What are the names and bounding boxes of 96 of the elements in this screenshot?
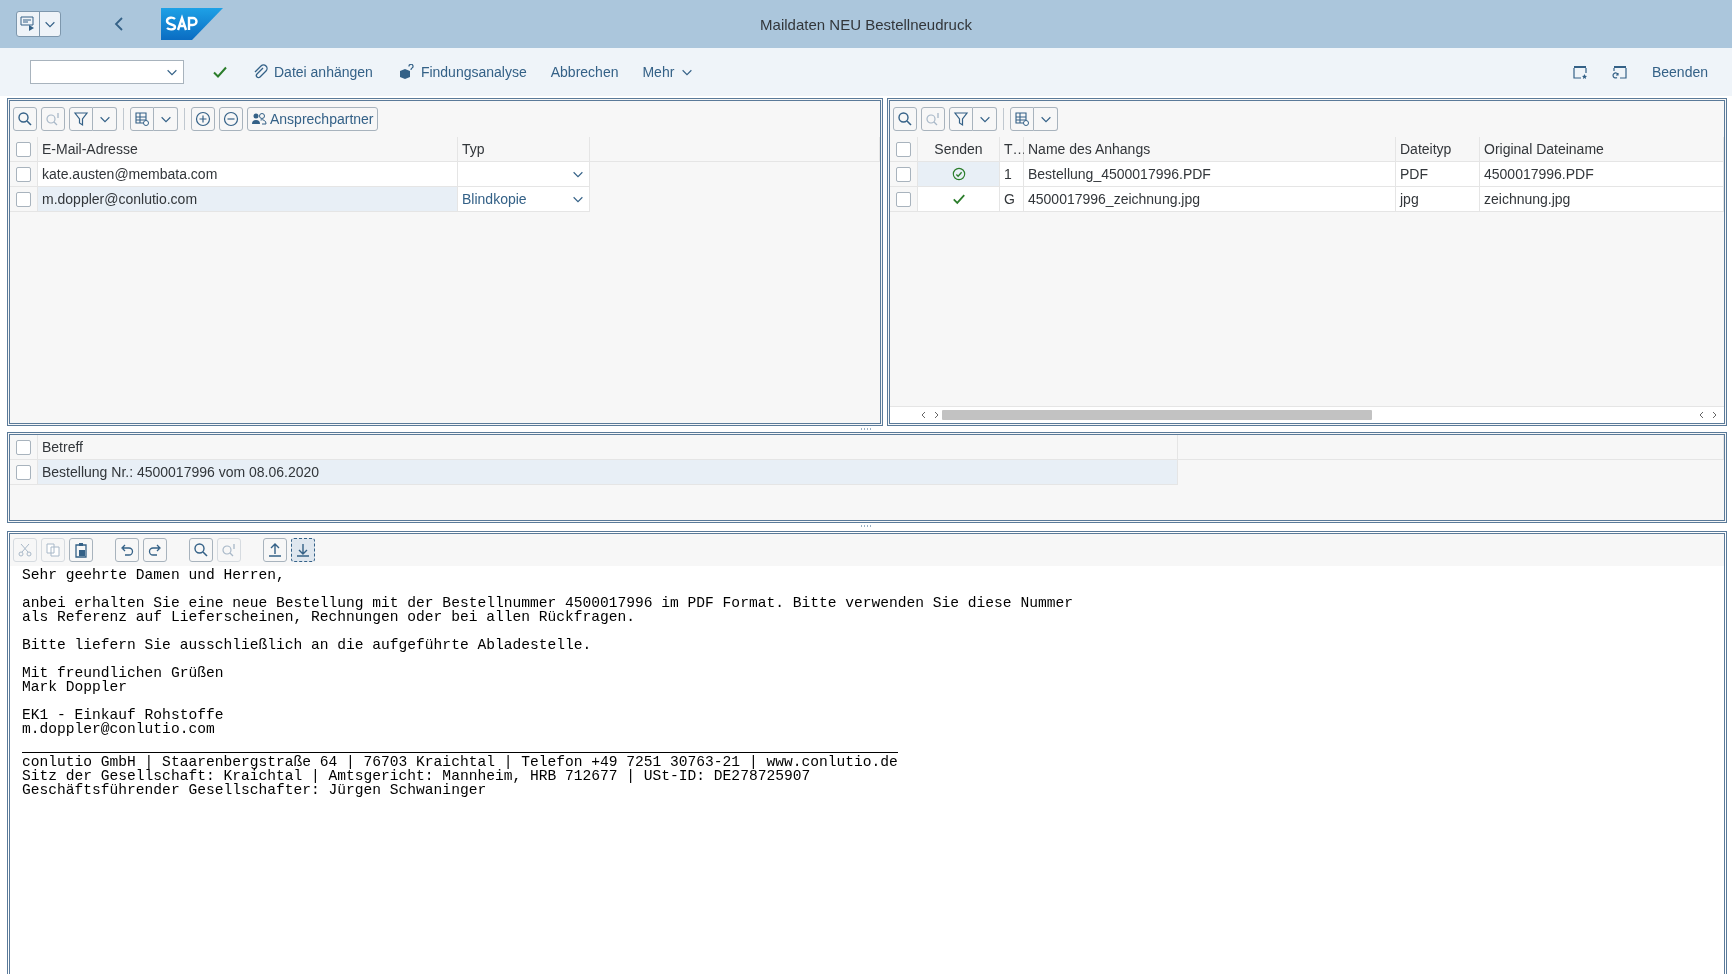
email-paragraph: anbei erhalten Sie eine neue Bestellung mit der Bestellnummer 4500017996 im PDF Format. Bitte verwenden Sie diese Nummer als Referenz auf Lieferscheinen, Rechnungen oder bei allen Rückfragen.: [22, 596, 1074, 624]
row-checkbox[interactable]: [16, 166, 31, 182]
column-header[interactable]: Original Dateiname: [1480, 137, 1724, 162]
table-cell: 4500017996.PDF: [1480, 162, 1724, 187]
text-editor[interactable]: [7, 531, 1727, 974]
remove-row-button[interactable]: [219, 107, 243, 131]
download-icon: [295, 542, 311, 558]
layout-menu-button[interactable]: [1034, 107, 1058, 131]
checkmark-icon: [212, 64, 228, 80]
row-checkbox[interactable]: [16, 191, 31, 207]
filter-menu-button[interactable]: [973, 107, 997, 131]
toolbar-button[interactable]: Abbrechen: [540, 60, 629, 84]
undo-icon: [119, 542, 135, 558]
table-cell: jpg: [1396, 187, 1480, 212]
column-header[interactable]: Dateityp: [1396, 137, 1480, 162]
scissors-icon: [17, 542, 33, 558]
table-cell: G: [1000, 187, 1024, 212]
menu-button[interactable]: [16, 11, 61, 37]
upload-icon: [267, 542, 283, 558]
filter-button[interactable]: [949, 107, 973, 131]
undo-button[interactable]: [115, 538, 139, 562]
row-checkbox[interactable]: [16, 464, 31, 480]
redo-icon: [147, 542, 163, 558]
table-cell: 4500017996_zeichnung.jpg: [1024, 187, 1396, 212]
filter-icon: [73, 111, 89, 127]
filter-icon: [953, 111, 969, 127]
column-header[interactable]: Name des Anhangs: [1024, 137, 1396, 162]
table-cell: 1: [1000, 162, 1024, 187]
subject-cell[interactable]: Bestellung Nr.: 4500017996 vom 08.06.2020: [38, 460, 1178, 485]
column-header[interactable]: Senden: [918, 137, 1000, 162]
attach-button[interactable]: Datei anhängen: [242, 60, 383, 84]
layout-button[interactable]: [1010, 107, 1034, 131]
scroll-left-icon: [1698, 411, 1706, 419]
window-restore-icon: [1611, 64, 1628, 80]
paste-button[interactable]: [69, 538, 93, 562]
more-menu[interactable]: Mehr: [632, 60, 705, 84]
search-icon: [17, 111, 33, 127]
command-field[interactable]: [30, 60, 184, 84]
row-checkbox[interactable]: [896, 166, 911, 182]
resize-handle-icon: [860, 426, 872, 432]
search-next-icon: [221, 542, 237, 558]
row-checkbox[interactable]: [896, 141, 911, 157]
row-checkbox[interactable]: [16, 141, 31, 157]
filter-menu-button[interactable]: [93, 107, 117, 131]
column-header[interactable]: Betreff: [38, 435, 1178, 460]
layout-button[interactable]: [130, 107, 154, 131]
paperclip-icon: [252, 64, 268, 80]
table-cell: zeichnung.jpg: [1480, 187, 1724, 212]
scroll-right-icon: [932, 411, 940, 419]
signature-line: conlutio GmbH | Staarenbergstraße 64 | 76703 Kraichtal | Telefon +49 7251 30763-21 | www.conlutio.de: [22, 755, 898, 769]
email-paragraph: EK1 - Einkauf Rohstoffe m.doppler@conlutio.com: [22, 708, 225, 736]
row-checkbox[interactable]: [896, 191, 911, 207]
search-icon: [193, 542, 209, 558]
analysis-button[interactable]: Findungsanalyse: [386, 60, 537, 84]
plus-circle-icon: [195, 111, 211, 127]
search-button[interactable]: [189, 538, 213, 562]
people-icon: [251, 111, 267, 127]
table-cell: Bestellung_4500017996.PDF: [1024, 162, 1396, 187]
scroll-left-icon: [920, 411, 928, 419]
email-paragraph: Sehr geehrte Damen und Herren,: [22, 568, 286, 582]
contact-button[interactable]: Ansprechpartner: [247, 107, 378, 131]
search-next-icon: [45, 111, 61, 127]
add-row-button[interactable]: [191, 107, 215, 131]
clipboard-icon: [73, 542, 89, 558]
email-cell[interactable]: m.doppler@conlutio.com: [38, 187, 458, 212]
scroll-right-icon: [1710, 411, 1718, 419]
window-title: Maildaten NEU Bestellneudruck: [760, 15, 972, 33]
download-button[interactable]: [291, 538, 315, 562]
minus-circle-icon: [223, 111, 239, 127]
search-next-icon: [925, 111, 941, 127]
signature-line: Sitz der Gesellschaft: Kraichtal | Amtsgericht: Mannheim, HRB 712677 | USt-ID: DE278725907: [22, 769, 812, 783]
search-icon: [897, 111, 913, 127]
email-paragraph: Mit freundlichen Grüßen Mark Doppler: [22, 666, 225, 694]
table-settings-icon: [134, 111, 150, 127]
resize-handle-icon: [860, 523, 872, 529]
toolbar-button[interactable]: Beenden: [1641, 60, 1718, 84]
email-paragraph: Bitte liefern Sie ausschließlich an die aufgeführte Abladestelle.: [22, 638, 593, 652]
copy-icon: [45, 542, 61, 558]
upload-button[interactable]: [263, 538, 287, 562]
column-header[interactable]: E-Mail-Adresse: [38, 137, 458, 162]
layout-menu-button[interactable]: [154, 107, 178, 131]
row-checkbox[interactable]: [16, 439, 31, 455]
window-star-icon: [1571, 64, 1588, 80]
type-dropdown[interactable]: Blindkopie: [458, 187, 590, 212]
search-button[interactable]: [13, 107, 37, 131]
email-cell[interactable]: kate.austen@membata.com: [38, 162, 458, 187]
search-button[interactable]: [893, 107, 917, 131]
table-cell: PDF: [1396, 162, 1480, 187]
logo-icon: [161, 8, 223, 40]
column-header[interactable]: T…: [1000, 137, 1024, 162]
signature-line: Geschäftsführender Gesellschafter: Jürgen Schwaninger: [22, 783, 487, 797]
table-settings-icon: [1014, 111, 1030, 127]
horizontal-scrollbar[interactable]: [890, 406, 1724, 423]
filter-button[interactable]: [69, 107, 93, 131]
redo-button[interactable]: [143, 538, 167, 562]
column-header[interactable]: Typ: [458, 137, 590, 162]
